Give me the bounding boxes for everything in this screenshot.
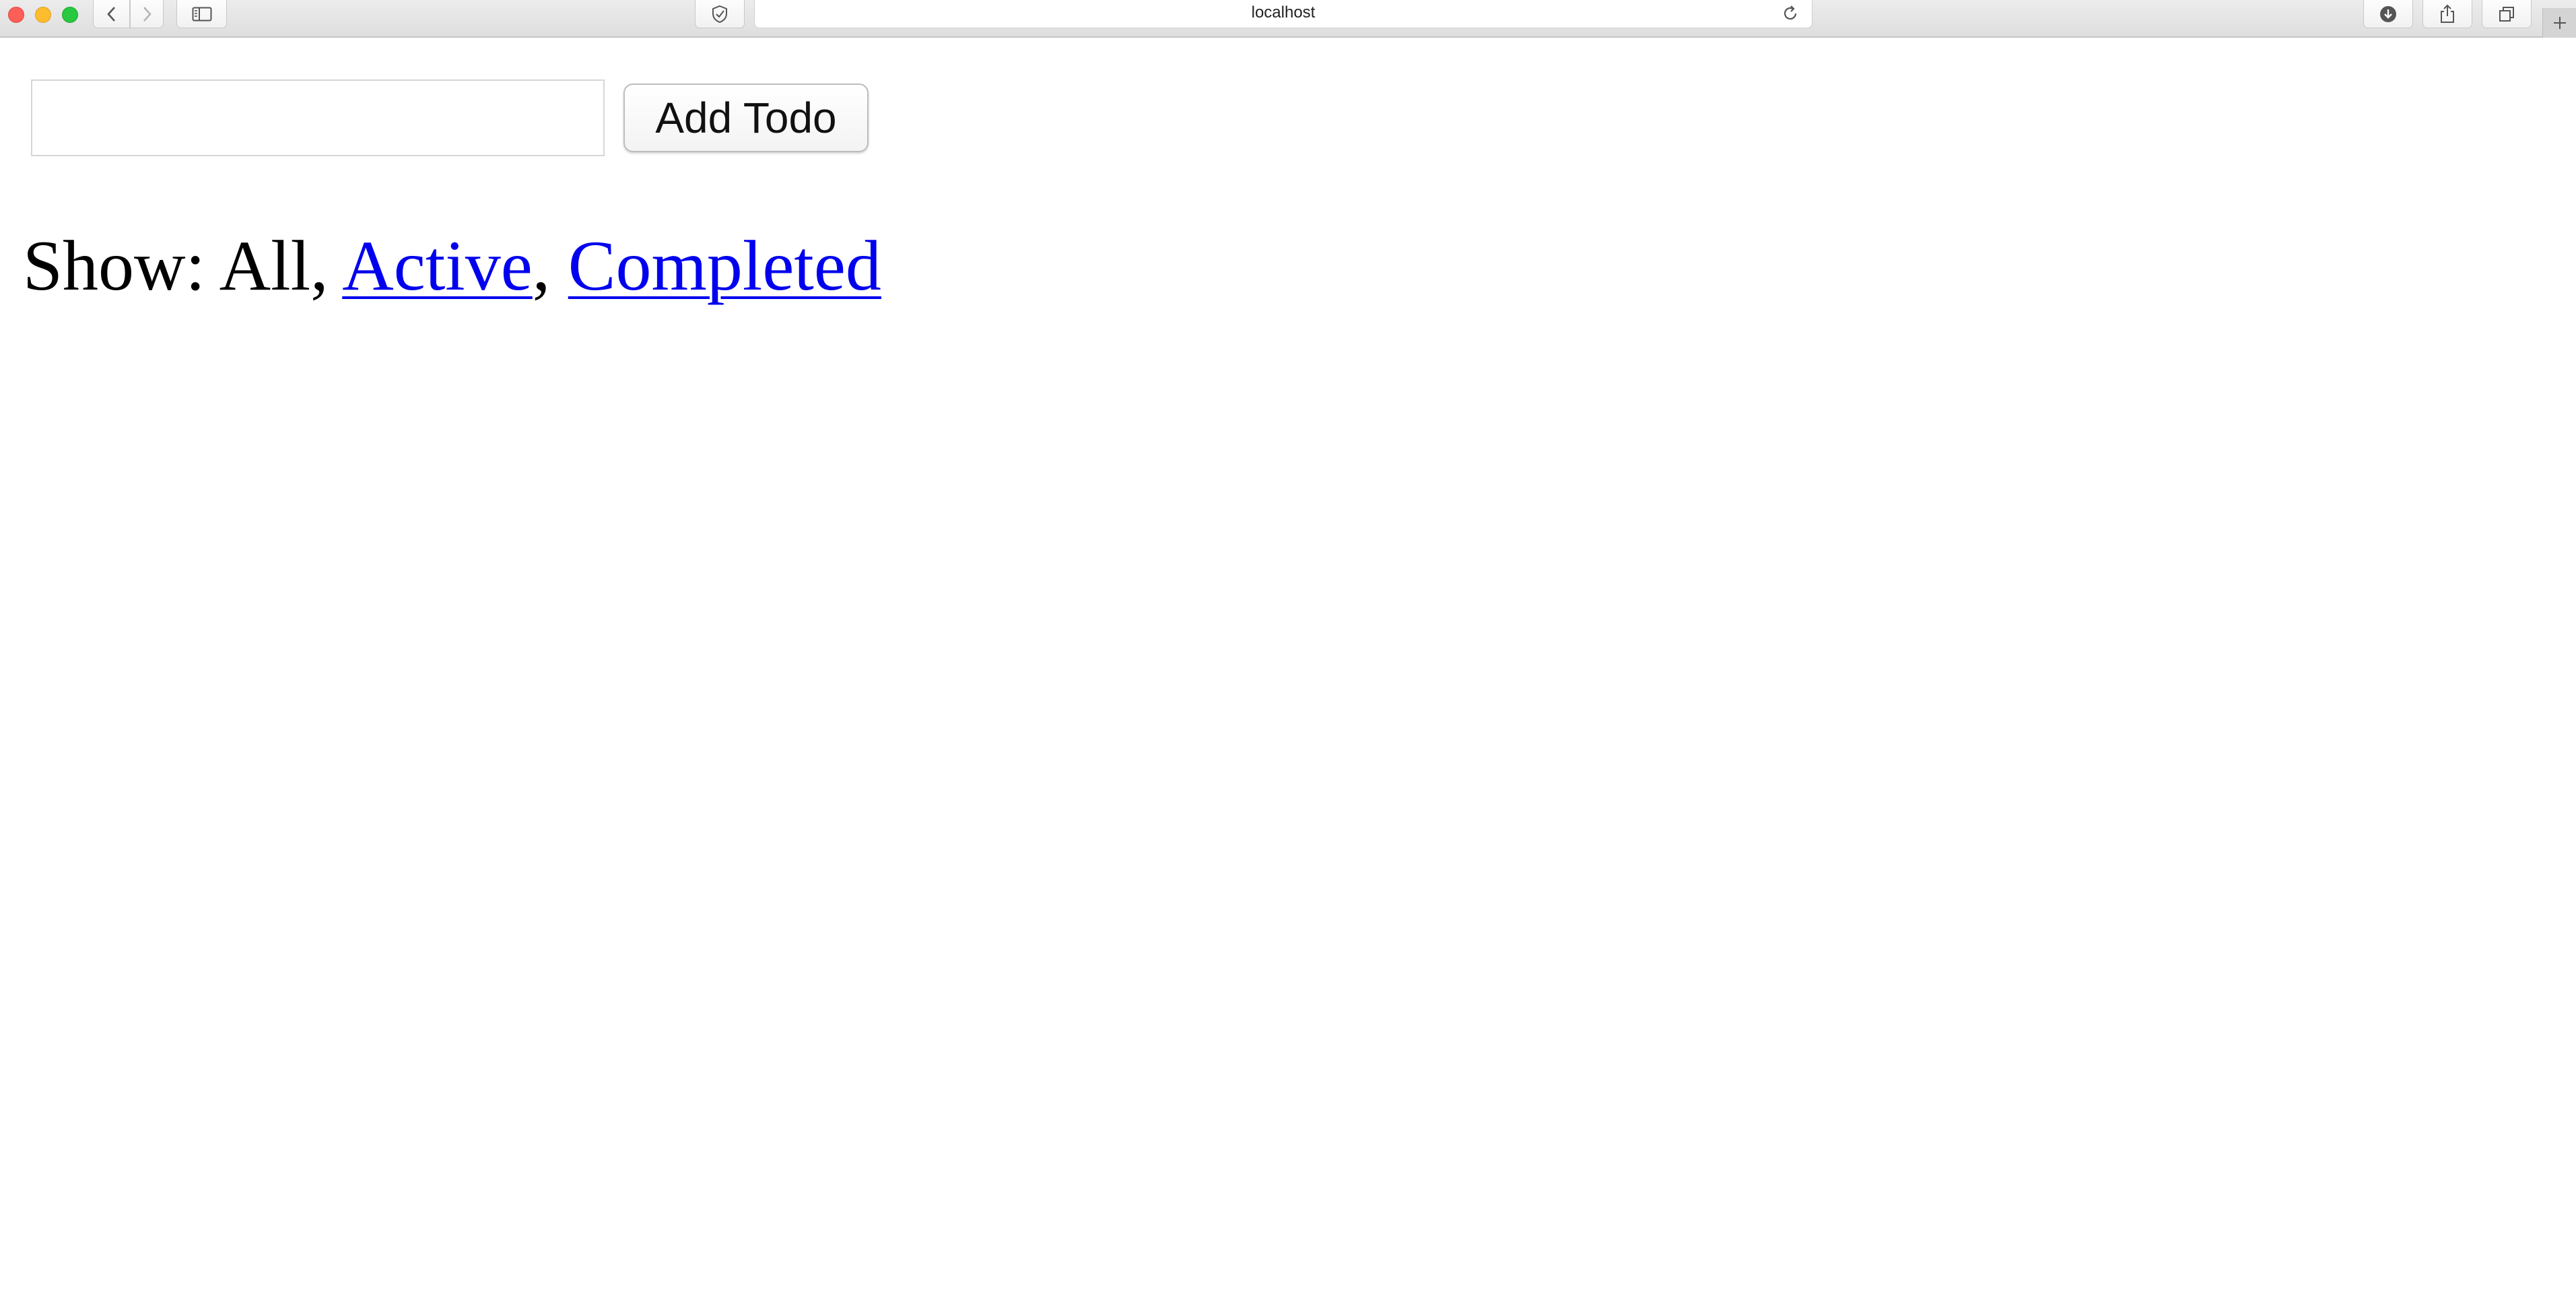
filter-active-link[interactable]: Active <box>342 226 533 305</box>
filter-prefix: Show: <box>23 226 205 305</box>
sidebar-toggle-button[interactable] <box>176 0 227 28</box>
filter-separator: , <box>310 226 329 305</box>
filter-separator: , <box>532 226 551 305</box>
todo-input[interactable] <box>31 79 605 156</box>
sidebar-icon <box>192 7 211 21</box>
reload-icon[interactable] <box>1781 4 1800 23</box>
share-icon <box>2441 4 2454 23</box>
new-tab-button[interactable] <box>2542 8 2576 38</box>
add-todo-button[interactable]: Add Todo <box>623 84 869 152</box>
filter-all: All <box>219 226 311 305</box>
tab-overview-button[interactable] <box>2482 0 2532 28</box>
downloads-button[interactable] <box>2363 0 2413 28</box>
plus-icon <box>2553 17 2566 29</box>
back-button[interactable] <box>93 0 130 28</box>
chevron-left-icon <box>106 6 115 22</box>
download-icon <box>2380 5 2396 22</box>
forward-button[interactable] <box>130 0 164 28</box>
shield-icon <box>712 5 727 23</box>
filter-completed-link[interactable]: Completed <box>568 226 881 305</box>
window-close-button[interactable] <box>8 7 24 23</box>
address-bar[interactable]: localhost <box>754 0 1812 28</box>
window-zoom-button[interactable] <box>62 7 78 23</box>
share-button[interactable] <box>2422 0 2472 28</box>
filter-bar: Show: All, Active, Completed <box>23 222 881 310</box>
window-minimize-button[interactable] <box>35 7 51 23</box>
tabs-icon <box>2499 6 2514 22</box>
browser-toolbar: localhost <box>0 0 2576 38</box>
url-text: localhost <box>1251 3 1316 22</box>
chevron-right-icon <box>143 6 151 22</box>
privacy-report-button[interactable] <box>695 0 745 28</box>
